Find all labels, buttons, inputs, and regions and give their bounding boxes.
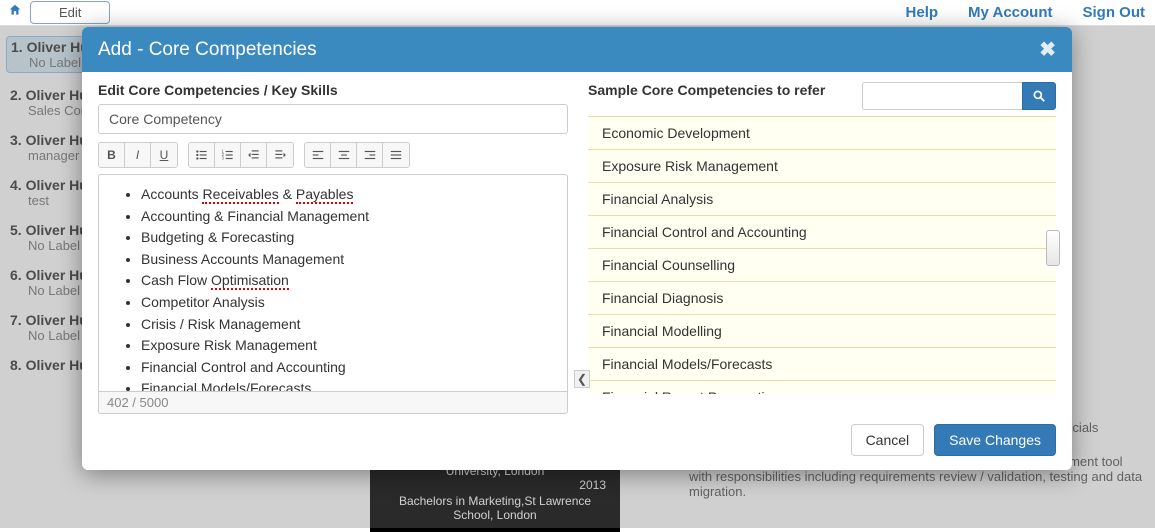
sample-competencies-label: Sample Core Competencies to refer <box>588 82 850 98</box>
add-core-competencies-modal: Add - Core Competencies ✖ Edit Core Comp… <box>82 27 1072 470</box>
bold-button[interactable]: B <box>99 143 125 167</box>
indent-button[interactable] <box>267 143 293 167</box>
competency-title-input[interactable] <box>98 104 568 134</box>
align-right-button[interactable] <box>357 143 383 167</box>
help-link[interactable]: Help <box>906 4 939 21</box>
competency-editor[interactable]: Accounts Receivables & PayablesAccountin… <box>99 175 567 391</box>
outdent-button[interactable] <box>241 143 267 167</box>
editor-bullet: Competitor Analysis <box>141 293 553 313</box>
align-center-button[interactable] <box>331 143 357 167</box>
editor-bullet: Crisis / Risk Management <box>141 315 553 335</box>
unordered-list-button[interactable] <box>189 143 215 167</box>
modal-title: Add - Core Competencies <box>98 39 317 61</box>
sign-out-link[interactable]: Sign Out <box>1083 4 1146 21</box>
sample-competency-item[interactable]: Exposure Risk Management <box>588 150 1056 183</box>
search-button[interactable] <box>1022 82 1056 110</box>
align-left-button[interactable] <box>305 143 331 167</box>
underline-button[interactable]: U <box>151 143 177 167</box>
character-counter: 402 / 5000 <box>98 392 568 414</box>
svg-text:3: 3 <box>221 156 224 161</box>
align-justify-button[interactable] <box>383 143 409 167</box>
home-icon[interactable] <box>0 3 30 22</box>
sample-competency-item[interactable]: Financial Diagnosis <box>588 282 1056 315</box>
edit-tab[interactable]: Edit <box>30 1 110 24</box>
sample-competency-list[interactable]: Economic DevelopmentExposure Risk Manage… <box>588 116 1056 394</box>
sample-competency-item[interactable]: Financial Models/Forecasts <box>588 348 1056 381</box>
editor-bullet: Financial Models/Forecasts <box>141 379 553 391</box>
editor-toolbar: B I U 123 <box>98 142 568 168</box>
save-button[interactable]: Save Changes <box>934 424 1056 456</box>
search-input[interactable] <box>862 82 1022 110</box>
sample-competency-item[interactable]: Financial Control and Accounting <box>588 216 1056 249</box>
editor-bullet: Cash Flow Optimisation <box>141 271 553 291</box>
sample-competency-item[interactable]: Financial Modelling <box>588 315 1056 348</box>
sample-competency-item[interactable]: Financial Report Preparation <box>588 381 1056 394</box>
edit-competencies-label: Edit Core Competencies / Key Skills <box>98 82 568 98</box>
editor-bullet: Budgeting & Forecasting <box>141 228 553 248</box>
editor-bullet: Accounting & Financial Management <box>141 207 553 227</box>
ordered-list-button[interactable]: 123 <box>215 143 241 167</box>
editor-bullet: Accounts Receivables & Payables <box>141 185 553 205</box>
editor-bullet: Business Accounts Management <box>141 250 553 270</box>
my-account-link[interactable]: My Account <box>968 4 1052 21</box>
scrollbar-handle[interactable] <box>1046 230 1060 266</box>
editor-bullet: Exposure Risk Management <box>141 336 553 356</box>
editor-bullet: Financial Control and Accounting <box>141 358 553 378</box>
sample-competency-item[interactable]: Economic Development <box>588 117 1056 150</box>
chevron-left-icon[interactable]: ❮ <box>574 370 590 388</box>
close-icon[interactable]: ✖ <box>1039 37 1056 62</box>
cancel-button[interactable]: Cancel <box>851 424 925 456</box>
sample-competency-item[interactable]: Financial Analysis <box>588 183 1056 216</box>
italic-button[interactable]: I <box>125 143 151 167</box>
sample-competency-item[interactable]: Financial Counselling <box>588 249 1056 282</box>
